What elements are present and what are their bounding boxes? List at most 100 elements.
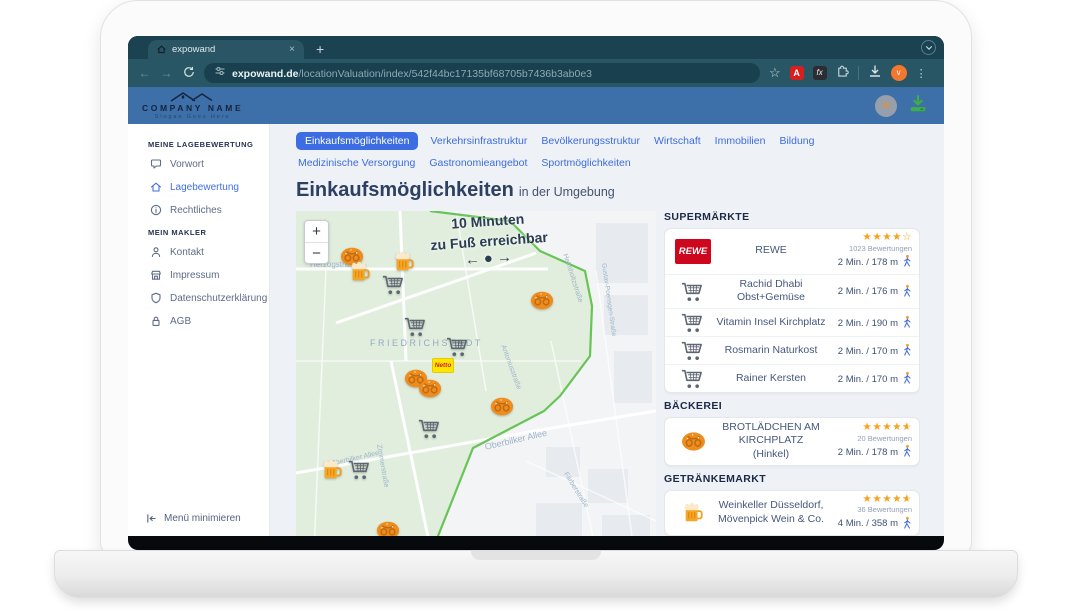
bookmark-star-icon[interactable]: ☆ xyxy=(769,65,781,81)
back-icon[interactable]: ← xyxy=(138,67,151,79)
company-name: COMPANY NAME xyxy=(142,104,243,113)
rewe-logo-badge: REWE xyxy=(675,239,711,264)
sidebar-item-label: AGB xyxy=(170,316,191,327)
adobe-extension-icon[interactable]: A xyxy=(790,66,804,80)
tab-bev-lkerungsstruktur[interactable]: Bevölkerungsstruktur xyxy=(539,132,642,150)
pretzel-marker[interactable] xyxy=(418,377,442,399)
sidebar-item-label: Lagebewertung xyxy=(170,182,239,193)
tab-bildung[interactable]: Bildung xyxy=(777,132,816,150)
browser-tab[interactable]: expowand × xyxy=(148,40,304,59)
url-host: expowand.de xyxy=(232,68,299,80)
listing-row-rewe[interactable]: REWEREWE★★★★☆1023 Bewertungen2 Min. / 17… xyxy=(665,229,919,274)
map[interactable]: HerzogstraßeFRIEDRICHSTADTOberbilker All… xyxy=(296,211,656,536)
distance: 2 Min. / 178 m xyxy=(838,254,912,271)
review-count: 1023 Bewertungen xyxy=(849,245,912,253)
collapse-arrow-icon xyxy=(146,513,157,524)
listing-meta: 2 Min. / 190 m xyxy=(826,313,912,332)
listing-section-title: GETRÄNKEMARKT xyxy=(664,473,920,485)
listing-row-rainer-kersten[interactable]: Rainer Kersten2 Min. / 170 m xyxy=(665,364,919,392)
listing-section-title: SUPERMÄRKTE xyxy=(664,211,920,223)
walker-icon xyxy=(902,315,912,332)
settings-sun-icon[interactable]: ☀ xyxy=(875,95,897,117)
review-count: 20 Bewertungen xyxy=(857,435,912,443)
cart-marker[interactable] xyxy=(382,273,406,295)
walker-icon xyxy=(902,516,912,533)
listing-row-weinkeller-d-sseldorf[interactable]: Weinkeller Düsseldorf, Mövenpick Wein & … xyxy=(665,491,919,536)
listing-name: Weinkeller Düsseldorf, Mövenpick Wein & … xyxy=(716,499,826,526)
map-zoom-control: + − xyxy=(304,220,329,264)
listing-row-brotl-dchen-am-kirchplatz[interactable]: BROTLÄDCHEN AM KIRCHPLATZ (Hinkel)★★★★☆★… xyxy=(665,418,919,465)
pretzel-marker[interactable] xyxy=(530,289,554,311)
sidebar-item-rechtliches[interactable]: Rechtliches xyxy=(150,204,269,216)
extensions-puzzle-icon[interactable] xyxy=(836,64,849,82)
shield-icon xyxy=(150,292,162,304)
sidebar-item-datenschutzerkl-rung[interactable]: Datenschutzerklärung xyxy=(150,292,269,304)
collapse-menu-label: Menü minimieren xyxy=(164,513,241,524)
listing-row-vitamin-insel-kirchplatz[interactable]: Vitamin Insel Kirchplatz2 Min. / 190 m xyxy=(665,308,919,336)
listing-name: Vitamin Insel Kirchplatz xyxy=(716,316,826,330)
profile-avatar[interactable]: v xyxy=(891,65,907,81)
pretzel-marker[interactable] xyxy=(376,519,400,536)
pretzel-marker[interactable] xyxy=(490,395,514,417)
star-rating: ★★★★☆★ xyxy=(862,422,912,434)
listing-section-title: BÄCKEREI xyxy=(664,400,920,412)
sidebar-item-impressum[interactable]: Impressum xyxy=(150,269,269,281)
tab-verkehrsinfrastruktur[interactable]: Verkehrsinfrastruktur xyxy=(428,132,529,150)
sidebar-section-title: MEINE LAGEBEWERTUNG xyxy=(148,140,269,149)
beer-marker[interactable] xyxy=(348,261,372,283)
browser-menu-icon[interactable]: ⋮ xyxy=(916,67,927,80)
tab-close-icon[interactable]: × xyxy=(289,45,295,55)
forward-icon[interactable]: → xyxy=(160,67,173,79)
sidebar-item-lagebewertung[interactable]: Lagebewertung xyxy=(150,181,269,193)
tab-search-chevron-icon[interactable] xyxy=(921,40,936,55)
listing-row-rachid-dhabi-obst-gem-se[interactable]: Rachid Dhabi Obst+Gemüse2 Min. / 176 m xyxy=(665,274,919,308)
beer-marker[interactable] xyxy=(320,459,344,481)
sidebar-item-agb[interactable]: AGB xyxy=(150,315,269,327)
tab-sportm-glichkeiten[interactable]: Sportmöglichkeiten xyxy=(539,154,632,172)
sidebar-item-vorwort[interactable]: Vorwort xyxy=(150,158,269,170)
fx-extension-icon[interactable]: fx xyxy=(813,66,827,80)
laptop-screen: expowand × + ← → expowand.de/l xyxy=(128,36,944,550)
distance: 2 Min. / 178 m xyxy=(838,444,912,461)
distance-text: 2 Min. / 178 m xyxy=(838,258,898,268)
listing-name: Rosmarin Naturkost xyxy=(716,344,826,358)
star-rating: ★★★★☆ xyxy=(862,232,912,244)
distance-text: 2 Min. / 176 m xyxy=(838,287,898,297)
walker-icon xyxy=(902,254,912,271)
url-bar[interactable]: expowand.de/locationValuation/index/542f… xyxy=(204,63,760,83)
reload-icon[interactable] xyxy=(182,66,195,80)
listing-meta: ★★★★☆1023 Bewertungen 2 Min. / 178 m xyxy=(826,232,912,271)
distance-text: 2 Min. / 178 m xyxy=(838,448,898,458)
cart-marker[interactable] xyxy=(404,315,428,337)
review-count: 36 Bewertungen xyxy=(857,506,912,514)
sidebar-item-kontakt[interactable]: Kontakt xyxy=(150,246,269,258)
tab-einkaufsm-glichkeiten[interactable]: Einkaufsmöglichkeiten xyxy=(296,132,418,150)
downloads-icon[interactable] xyxy=(868,64,882,83)
listing-row-rosmarin-naturkost[interactable]: Rosmarin Naturkost 2 Min. / 170 m xyxy=(665,336,919,364)
sidebar-section: MEIN MAKLERKontaktImpressumDatenschutzer… xyxy=(148,228,269,327)
cart-icon xyxy=(670,281,716,302)
collapse-menu-button[interactable]: Menü minimieren xyxy=(146,513,241,524)
netto-marker[interactable]: Netto xyxy=(432,358,454,373)
site-settings-icon[interactable] xyxy=(214,64,226,82)
zoom-out-button[interactable]: − xyxy=(305,242,328,263)
roofline-icon xyxy=(165,91,221,103)
listing-meta: 2 Min. / 176 m xyxy=(826,282,912,301)
cart-marker[interactable] xyxy=(348,458,372,480)
download-report-icon[interactable] xyxy=(908,94,928,118)
listing-meta: ★★★★☆★20 Bewertungen 2 Min. / 178 m xyxy=(826,422,912,461)
sidebar-section: MEINE LAGEBEWERTUNG Vorwort Lagebewertung R… xyxy=(148,140,269,216)
new-tab-button[interactable]: + xyxy=(316,41,324,57)
zoom-in-button[interactable]: + xyxy=(305,221,328,242)
listing-card: Weinkeller Düsseldorf, Mövenpick Wein & … xyxy=(664,490,920,536)
page-title: Einkaufsmöglichkeiten xyxy=(296,179,514,201)
laptop-base xyxy=(54,550,1018,598)
distance-text: 2 Min. / 170 m xyxy=(838,347,898,357)
tab-wirtschaft[interactable]: Wirtschaft xyxy=(652,132,703,150)
cart-marker[interactable] xyxy=(446,335,470,357)
walker-icon xyxy=(902,284,912,301)
cart-marker[interactable] xyxy=(418,417,442,439)
tab-immobilien[interactable]: Immobilien xyxy=(713,132,768,150)
tab-medizinische-versorgung[interactable]: Medizinische Versorgung xyxy=(296,154,417,172)
tab-gastronomieangebot[interactable]: Gastronomieangebot xyxy=(427,154,529,172)
